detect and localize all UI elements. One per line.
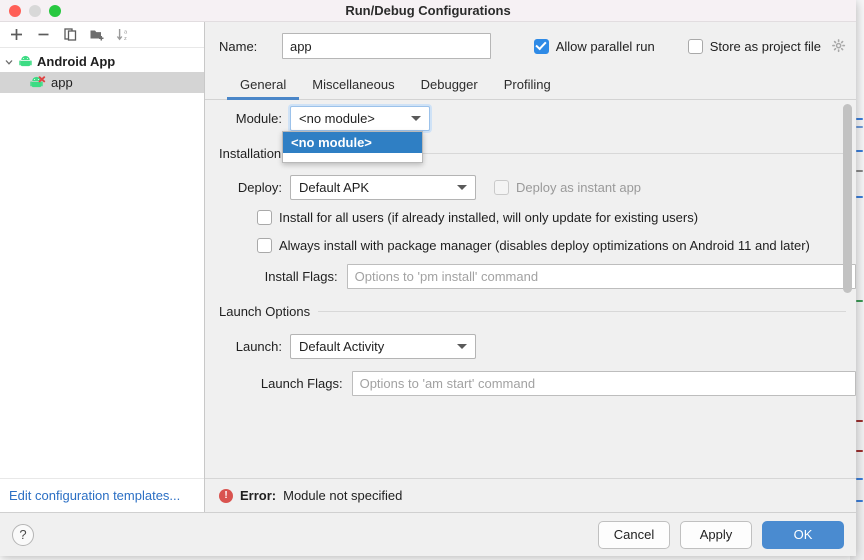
name-row: Name: Allow parallel run Store as projec… — [205, 22, 856, 70]
close-window-button[interactable] — [9, 4, 21, 17]
launch-flags-row: Launch Flags: — [205, 363, 856, 403]
launch-value: Default Activity — [299, 338, 385, 354]
name-input[interactable] — [281, 33, 491, 59]
tab-profiling[interactable]: Profiling — [491, 77, 564, 99]
install-for-all-users-label: Install for all users (if already instal… — [279, 209, 699, 225]
help-button[interactable]: ? — [12, 523, 34, 546]
tree-item-app[interactable]: app — [0, 72, 204, 93]
apply-button[interactable]: Apply — [680, 520, 752, 549]
allow-parallel-run-checkbox[interactable]: Allow parallel run — [533, 38, 655, 54]
chevron-down-icon[interactable] — [0, 57, 18, 67]
checkbox-box[interactable] — [533, 38, 549, 54]
sidebar-toolbar: a z — [0, 22, 204, 48]
module-label: Module: — [235, 110, 282, 126]
new-folder-icon[interactable] — [86, 24, 108, 46]
content-scrollbar[interactable] — [843, 100, 852, 478]
module-dropdown-popup[interactable]: <no module> — [282, 131, 423, 163]
deploy-as-instant-app-checkbox: Deploy as instant app — [494, 179, 642, 195]
install-flags-row: Install Flags: — [205, 259, 856, 293]
sort-alphabetically-icon[interactable]: a z — [113, 24, 135, 46]
always-install-with-package-manager-label: Always install with package manager (dis… — [279, 237, 810, 253]
dialog-buttons: Cancel Apply OK — [598, 520, 844, 549]
store-as-project-file-checkbox[interactable]: Store as project file — [687, 38, 846, 54]
sidebar-footer: Edit configuration templates... — [0, 478, 204, 512]
chevron-down-icon[interactable] — [453, 344, 471, 349]
checkbox-box — [494, 179, 509, 195]
error-label: Error: — [240, 488, 277, 503]
tab-miscellaneous[interactable]: Miscellaneous — [299, 77, 407, 99]
settings-tabs: General Miscellaneous Debugger Profiling — [205, 70, 856, 100]
deploy-row: Deploy: Default APK Deploy as instant ap… — [205, 171, 856, 203]
install-flags-label: Install Flags: — [264, 268, 338, 284]
zoom-window-button[interactable] — [49, 4, 61, 17]
window-titlebar: Run/Debug Configurations — [0, 0, 856, 22]
always-install-with-package-manager-checkbox[interactable]: Always install with package manager (dis… — [257, 237, 810, 253]
install-flags-input[interactable] — [346, 263, 856, 289]
ok-button[interactable]: OK — [762, 520, 844, 549]
section-divider — [318, 310, 846, 312]
dialog-body: a z Android App app Edit configuration t… — [0, 22, 856, 512]
deploy-combobox[interactable]: Default APK — [290, 174, 476, 200]
dialog-footer: ? Cancel Apply OK — [0, 512, 856, 556]
svg-text:a: a — [124, 29, 128, 35]
android-error-icon — [30, 76, 47, 89]
launch-options-section: Launch Options — [205, 293, 856, 329]
configurations-tree: Android App app — [0, 48, 204, 478]
launch-flags-label: Launch Flags: — [260, 375, 343, 391]
launch-flags-input[interactable] — [351, 370, 856, 396]
checkbox-box[interactable] — [687, 38, 703, 54]
launch-label: Launch: — [235, 338, 282, 354]
run-debug-configurations-dialog: Run/Debug Configurations a z Android App… — [0, 0, 856, 556]
error-icon: ! — [219, 488, 233, 503]
tree-item-android-app[interactable]: Android App — [0, 51, 204, 72]
minimize-window-button[interactable] — [29, 4, 41, 17]
copy-icon[interactable] — [59, 24, 81, 46]
always-package-manager-row: Always install with package manager (dis… — [205, 231, 856, 259]
checkbox-box[interactable] — [257, 237, 272, 253]
tree-item-label: app — [51, 75, 73, 90]
tree-item-label: Android App — [37, 54, 116, 69]
validation-error-bar: ! Error: Module not specified — [205, 478, 856, 512]
launch-row: Launch: Default Activity — [205, 329, 856, 363]
window-controls — [0, 4, 61, 17]
android-icon — [18, 55, 33, 68]
deploy-label: Deploy: — [237, 179, 282, 195]
launch-combobox[interactable]: Default Activity — [290, 333, 476, 359]
checkbox-box[interactable] — [257, 209, 272, 225]
configuration-editor-panel: Name: Allow parallel run Store as projec… — [205, 22, 856, 512]
module-value: <no module> — [299, 110, 375, 126]
window-title: Run/Debug Configurations — [345, 3, 511, 18]
install-for-all-users-row: Install for all users (if already instal… — [205, 203, 856, 231]
deploy-value: Default APK — [299, 179, 370, 195]
name-label: Name: — [219, 38, 258, 54]
gear-icon[interactable] — [832, 39, 846, 53]
general-tab-content: Module: <no module> Installation Options — [205, 100, 856, 478]
remove-icon[interactable] — [32, 24, 54, 46]
module-combobox[interactable]: <no module> — [290, 105, 430, 131]
edit-configuration-templates-link[interactable]: Edit configuration templates... — [9, 488, 180, 503]
add-icon[interactable] — [5, 24, 27, 46]
cancel-button[interactable]: Cancel — [598, 520, 670, 549]
scrollbar-thumb[interactable] — [843, 104, 852, 293]
tab-general[interactable]: General — [227, 77, 300, 100]
deploy-as-instant-app-label: Deploy as instant app — [516, 179, 642, 195]
dropdown-empty-area — [283, 153, 422, 162]
store-as-project-file-label: Store as project file — [709, 38, 821, 54]
svg-text:z: z — [124, 36, 127, 42]
configurations-sidebar: a z Android App app Edit configuration t… — [0, 22, 205, 512]
install-for-all-users-checkbox[interactable]: Install for all users (if already instal… — [257, 209, 699, 225]
allow-parallel-run-label: Allow parallel run — [555, 38, 655, 54]
launch-options-label: Launch Options — [219, 303, 311, 319]
chevron-down-icon[interactable] — [453, 185, 471, 190]
module-option-no-module[interactable]: <no module> — [283, 132, 422, 153]
error-message: Module not specified — [283, 488, 403, 503]
chevron-down-icon[interactable] — [407, 116, 425, 121]
tab-debugger[interactable]: Debugger — [408, 77, 491, 99]
